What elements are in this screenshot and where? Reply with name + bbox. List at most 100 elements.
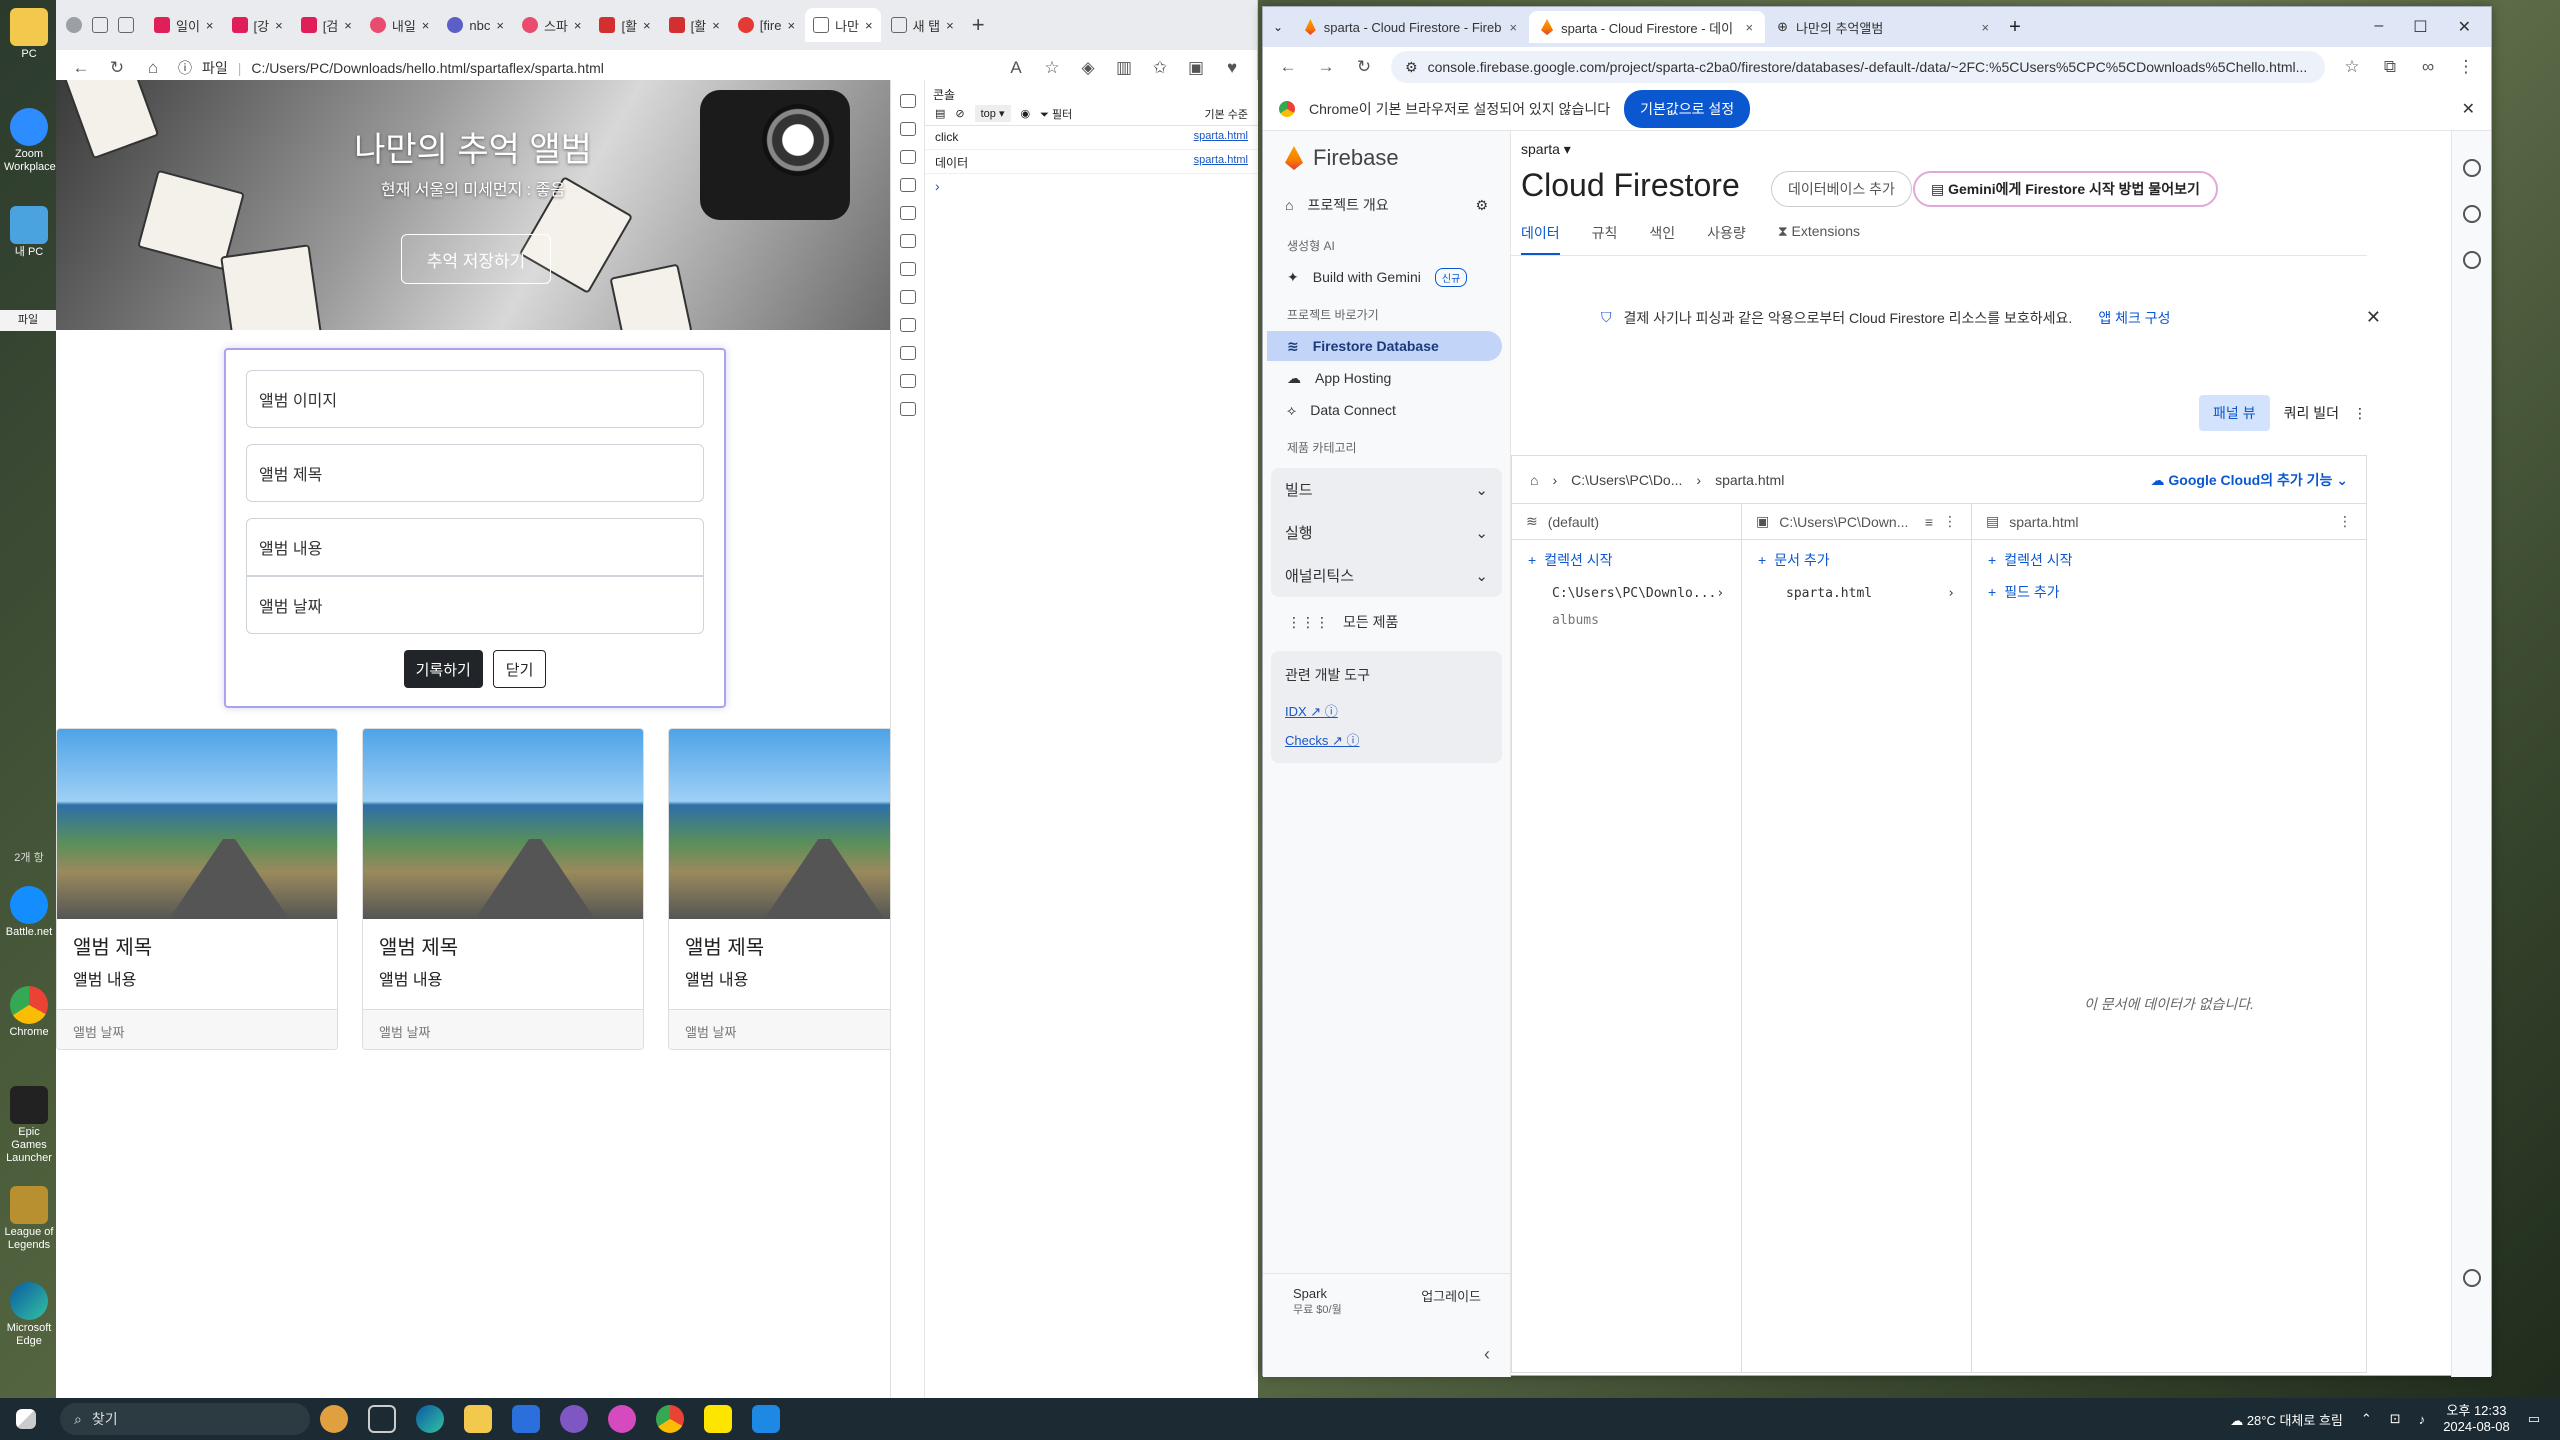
tab-extensions[interactable]: ⧗ Extensions	[1778, 223, 1860, 256]
close-icon[interactable]: ×	[1509, 20, 1517, 35]
log-level-select[interactable]: 기본 수준	[1204, 106, 1248, 122]
console-prompt[interactable]: ›	[925, 174, 1258, 198]
close-icon[interactable]: ×	[422, 18, 430, 33]
close-icon[interactable]: ×	[206, 18, 214, 33]
collections-icon[interactable]: ▣	[1185, 58, 1207, 78]
sidebar-item-data-connect[interactable]: ⟡ Data Connect	[1263, 395, 1510, 425]
left-tab-9[interactable]: [fire ×	[730, 8, 803, 42]
windows-start-icon[interactable]	[16, 1409, 36, 1429]
album-image-input[interactable]: 앨범 이미지	[246, 370, 704, 428]
performance-icon[interactable]: ♥	[1221, 58, 1243, 78]
network-icon[interactable]	[899, 290, 916, 304]
reload-icon[interactable]: ↻	[106, 58, 128, 78]
right-tab-1[interactable]: sparta - Cloud Firestore - Fireb ×	[1293, 11, 1529, 43]
home-icon[interactable]: ⌂	[1530, 472, 1538, 488]
tab-usage[interactable]: 사용량	[1707, 223, 1746, 256]
clock[interactable]: 오후 12:33 2024-08-08	[2443, 1403, 2510, 1435]
reload-icon[interactable]: ↻	[1353, 57, 1375, 77]
left-tab-new[interactable]: 새 탭 ×	[883, 8, 962, 42]
album-card[interactable]: 앨범 제목 앨범 내용 앨범 날짜	[362, 728, 644, 1050]
more-kebab-icon[interactable]: ⋮	[2338, 513, 2352, 530]
notification-icon[interactable]: ▭	[2528, 1411, 2540, 1427]
application-icon[interactable]	[899, 374, 916, 388]
volume-icon[interactable]: ♪	[2419, 1412, 2426, 1427]
album-title-input[interactable]: 앨범 제목	[246, 444, 704, 502]
device-icon[interactable]	[899, 122, 916, 136]
dock-icon[interactable]	[899, 150, 916, 164]
app-check-link[interactable]: 앱 체크 구성	[2098, 308, 2170, 328]
clear-console-icon[interactable]: ⊘	[955, 107, 964, 120]
extensions-puzzle-icon[interactable]: ⧉	[2379, 57, 2401, 77]
close-icon[interactable]: ×	[1745, 20, 1753, 35]
desktop-icon-edge[interactable]: Microsoft Edge	[4, 1282, 54, 1348]
gemini-sparkle-icon[interactable]	[2462, 205, 2481, 223]
filter-input[interactable]: ⏷ 필터	[1040, 106, 1194, 122]
help-icon[interactable]	[2462, 251, 2481, 269]
more-kebab-icon[interactable]: ⋮	[1943, 513, 1957, 530]
start-collection-button[interactable]: + 컬렉션 시작	[1512, 540, 1741, 580]
project-overview-item[interactable]: ⌂ 프로젝트 개요 ⚙	[1263, 185, 1510, 225]
dark-mode-icon[interactable]	[2462, 1269, 2481, 1287]
close-icon[interactable]: ×	[712, 18, 720, 33]
profile-glasses-icon[interactable]: ∞	[2417, 57, 2439, 77]
idx-link[interactable]: IDX ↗ ⓘ	[1285, 701, 1488, 720]
filter-icon[interactable]: ≡	[1925, 514, 1933, 530]
desktop-icon-chrome[interactable]: Chrome	[4, 986, 54, 1039]
close-icon[interactable]: ×	[344, 18, 352, 33]
desktop-icon-lol[interactable]: League of Legends	[4, 1186, 54, 1252]
desktop-icon-my-pc[interactable]: 내 PC	[4, 206, 54, 259]
elements-icon[interactable]	[899, 206, 916, 220]
left-tab-6[interactable]: 스파 ×	[514, 8, 590, 42]
close-button[interactable]: 닫기	[492, 650, 547, 688]
firebase-logo[interactable]: Firebase	[1263, 131, 1510, 185]
context-select[interactable]: top ▾	[974, 105, 1011, 122]
tab-actions-icon[interactable]	[118, 17, 134, 33]
album-date-input[interactable]: 앨범 날짜	[246, 576, 704, 634]
left-tab-1[interactable]: 일이 ×	[146, 8, 222, 42]
query-builder-button[interactable]: 쿼리 빌더	[2284, 403, 2339, 423]
ask-gemini-button[interactable]: ▤ Gemini에게 Firestore 시작 방법 물어보기	[1913, 171, 2218, 207]
store-icon[interactable]	[512, 1405, 540, 1433]
breadcrumb-document[interactable]: sparta.html	[1715, 472, 1784, 488]
checks-link[interactable]: Checks ↗ ⓘ	[1285, 730, 1488, 749]
workspaces-icon[interactable]	[92, 17, 108, 33]
close-icon[interactable]: ×	[865, 18, 873, 33]
left-tab-active[interactable]: 나만 ×	[805, 8, 881, 42]
menu-kebab-icon[interactable]: ⋮	[2455, 57, 2477, 77]
site-settings-icon[interactable]: ⚙	[1405, 59, 1418, 76]
messenger-icon[interactable]	[608, 1405, 636, 1433]
right-url-field[interactable]: ⚙ console.firebase.google.com/project/sp…	[1391, 51, 2325, 83]
chevron-up-icon[interactable]: ⌃	[2361, 1411, 2372, 1427]
left-tab-7[interactable]: [활 ×	[591, 8, 658, 42]
close-icon[interactable]: ×	[574, 18, 582, 33]
start-subcollection-button[interactable]: + 컬렉션 시작	[1972, 540, 2366, 580]
desktop-icon-battlenet[interactable]: Battle.net	[4, 886, 54, 939]
welcome-icon[interactable]	[899, 178, 916, 192]
edge-icon[interactable]	[416, 1405, 444, 1433]
back-arrow-icon[interactable]: ←	[1277, 57, 1299, 77]
minimize-icon[interactable]: –	[2374, 17, 2383, 37]
tab-rules[interactable]: 규칙	[1592, 223, 1618, 256]
close-icon[interactable]: ×	[275, 18, 283, 33]
desktop-icon-zoom[interactable]: Zoom Workplace	[4, 108, 56, 174]
breadcrumb-collection[interactable]: C:\Users\PC\Do...	[1571, 472, 1682, 488]
desktop-icon-epic[interactable]: Epic Games Launcher	[4, 1086, 54, 1165]
profile-icon[interactable]	[66, 17, 82, 33]
bookmark-star-icon[interactable]: ☆	[2341, 57, 2363, 77]
album-card[interactable]: 앨범 제목 앨범 내용 앨범 날짜	[56, 728, 338, 1050]
project-selector[interactable]: sparta ▾	[1521, 141, 1571, 158]
album-card[interactable]: 앨범 제목 앨범 내용 앨범 날짜	[668, 728, 890, 1050]
set-default-button[interactable]: 기본값으로 설정	[1624, 89, 1751, 128]
save-memory-button[interactable]: 추억 저장하기	[401, 234, 551, 284]
app-icon[interactable]	[560, 1405, 588, 1433]
console-icon[interactable]	[899, 234, 916, 248]
close-window-icon[interactable]: ✕	[2458, 17, 2471, 37]
close-icon[interactable]: ×	[643, 18, 651, 33]
album-content-input[interactable]: 앨범 내용	[246, 518, 704, 576]
read-aloud-icon[interactable]: A	[1005, 58, 1027, 78]
close-icon[interactable]: ×	[946, 18, 954, 33]
network-icon[interactable]: ⊡	[2390, 1411, 2401, 1427]
close-icon[interactable]: ×	[1981, 20, 1989, 35]
sources-icon[interactable]	[899, 262, 916, 276]
chrome-icon[interactable]	[656, 1405, 684, 1433]
